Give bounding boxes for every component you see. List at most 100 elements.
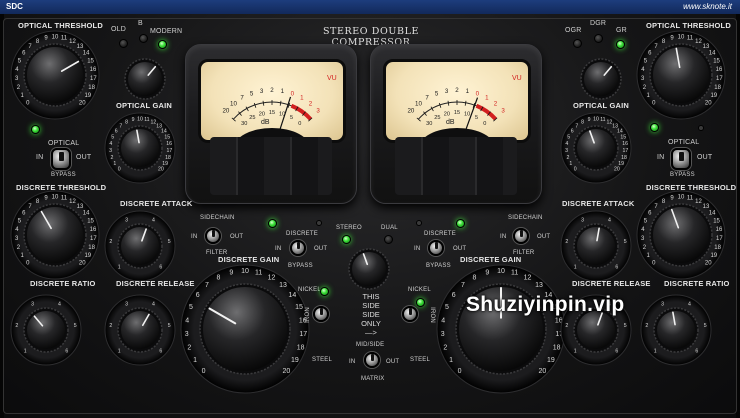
optical-gain-knob-left[interactable]: 0 1 2 3 4 5 6 7 8 9 10 11 12 13 14 15 16 17 18 19 20 — [104, 112, 176, 184]
optical-out-label-right: OUT — [697, 154, 713, 161]
knob-graphic: 01234567891011121314151617181920 — [10, 190, 100, 280]
optical-bypass-toggle-right[interactable] — [671, 148, 691, 170]
knob-scale-tick-label: 3 — [581, 218, 584, 224]
watermark-text: Shuziyinpin.vip — [466, 293, 625, 316]
knob-scale-tick-label: 6 — [695, 349, 698, 355]
knob-scale-tick-label: 4 — [441, 317, 445, 324]
vu-scale-label: 5 — [290, 115, 293, 121]
optical-bypass-toggle-left[interactable] — [51, 148, 71, 170]
optical-label-left: OPTICAL — [48, 140, 80, 147]
knob-scale-tick-label: 10 — [241, 268, 249, 275]
knob-scale-tick-label: 10 — [137, 116, 143, 122]
knob-scale-tick-label: 1 — [654, 349, 657, 355]
vu-label: VU — [512, 75, 522, 82]
vu-scale-label: 1 — [466, 88, 470, 95]
vu-tick — [464, 100, 467, 106]
knob-scale-tick-label: 14 — [83, 50, 90, 56]
knob-graphic: 1 2 3 4 5 6 — [104, 210, 176, 282]
knob-scale-tick-label: 13 — [77, 204, 84, 210]
discrete-gain-knob-right[interactable]: 0 1 2 3 4 5 6 7 8 9 10 11 12 13 14 15 16 17 18 19 20 — [436, 264, 566, 394]
mode-old-label: OLD — [111, 26, 126, 33]
discrete-bypass-toggle-left[interactable] — [290, 240, 306, 256]
knob-scale-tick-label: 12 — [524, 274, 532, 281]
discrete-attack-knob-right[interactable]: 1 2 3 4 5 6 — [560, 210, 632, 282]
knob-scale-tick-label: 7 — [461, 282, 465, 289]
discrete-attack-knob-left[interactable]: 1 2 3 4 5 6 — [104, 210, 176, 282]
mode-modern-led — [158, 40, 167, 49]
meter-mode-selector-knob[interactable] — [578, 56, 624, 102]
discrete-threshold-knob-right[interactable]: 0 1 2 3 4 5 6 7 8 9 10 11 12 13 14 15 16 17 18 19 20 — [636, 190, 726, 280]
knob-scale-tick-label: 12 — [695, 199, 702, 205]
knob-scale-tick-label: 4 — [608, 218, 611, 224]
knob-scale-tick-label: 18 — [714, 245, 721, 251]
optical-threshold-knob-left[interactable]: 0 1 2 3 4 5 6 7 8 9 10 11 12 13 14 15 16 17 18 19 20 — [10, 30, 100, 120]
iron-label-left: IRON — [304, 307, 311, 323]
knob-scale-tick-label: 0 — [118, 167, 121, 173]
knob-graphic: 01234567891011121314151617181920 — [180, 264, 310, 394]
discrete-bypass-toggle-right[interactable] — [428, 240, 444, 256]
optical-led-right — [650, 123, 659, 132]
knob-scale-tick-label: 9 — [132, 117, 135, 123]
discrete-gain-knob-left[interactable]: 0 1 2 3 4 5 6 7 8 9 10 11 12 13 14 15 16 17 18 19 20 — [180, 264, 310, 394]
sidechain-label-left: SIDECHAIN — [200, 215, 235, 221]
discrete-ratio-knob-left[interactable]: 1 2 3 4 5 6 — [10, 294, 82, 366]
vu-scale-label: 5 — [435, 90, 439, 97]
discrete-release-knob-left[interactable]: 1 2 3 4 5 6 — [104, 294, 176, 366]
knob-graphic — [348, 248, 390, 290]
knob-cap — [657, 311, 695, 349]
vu-scale-label: 7 — [240, 95, 244, 102]
knob-scale-tick-label: 2 — [566, 155, 569, 161]
knob-scale-tick-label: 9 — [485, 270, 489, 277]
optical-gain-knob-right[interactable]: 0 1 2 3 4 5 6 7 8 9 10 11 12 13 14 15 16 17 18 19 20 — [560, 112, 632, 184]
knob-scale-tick-label: 11 — [511, 270, 518, 277]
sidechain-filter-toggle-right[interactable] — [513, 228, 529, 244]
vu-scale-label: 5 — [250, 90, 254, 97]
knob-scale-tick-label: 5 — [567, 135, 570, 141]
knob-graphic: 01234567891011121314151617181920 — [104, 112, 176, 184]
vu-scale-label: 30 — [241, 121, 247, 127]
knob-scale-tick-label: 19 — [547, 357, 555, 364]
knob-scale-tick-label: 5 — [704, 323, 707, 329]
knob-scale-tick-label: 13 — [279, 282, 287, 289]
stereo-dual-selector-knob[interactable] — [346, 246, 392, 292]
knob-scale-tick-label: 17 — [299, 331, 307, 338]
knob-scale-tick-label: 1 — [118, 349, 121, 355]
discrete-label-left: DISCRETE — [286, 231, 318, 237]
knob-scale-tick-label: 20 — [705, 260, 712, 266]
dual-led — [384, 235, 393, 244]
sidechain-filter-toggle-left[interactable] — [205, 228, 221, 244]
vu-red-zone — [475, 103, 498, 121]
optical-label-right: OPTICAL — [668, 139, 700, 146]
knob-scale-tick-label: 17 — [90, 76, 97, 82]
vu-scale-label: 2 — [455, 87, 459, 94]
nickel-label-left: NICKEL — [298, 287, 321, 293]
knob-scale-tick-label: 6 — [452, 292, 456, 299]
knob-scale-tick-label: 11 — [61, 196, 68, 202]
vu-tick — [279, 100, 282, 106]
knob-scale-tick-label: 5 — [168, 323, 171, 329]
knob-scale-tick-label: 17 — [167, 148, 173, 154]
mid-side-matrix-toggle[interactable] — [364, 352, 380, 368]
knob-scale-tick-label: 2 — [565, 323, 568, 329]
knob-scale-tick-label: 1 — [574, 349, 577, 355]
mode-selector-knob-left[interactable] — [122, 56, 168, 102]
knob-scale-tick-label: 12 — [69, 199, 76, 205]
discrete-attack-label-right: DISCRETE ATTACK — [562, 199, 635, 208]
knob-scale-tick-label: 11 — [687, 36, 694, 42]
discrete-threshold-knob-left[interactable]: 0 1 2 3 4 5 6 7 8 9 10 11 12 13 14 15 16 17 18 19 20 — [10, 190, 100, 280]
discrete-ratio-knob-right[interactable]: 1 2 3 4 5 6 — [640, 294, 712, 366]
optical-bypass-label: BYPASS — [51, 172, 76, 178]
transformer-toggle-left[interactable] — [313, 306, 329, 322]
knob-scale-tick-label: 2 — [565, 239, 568, 245]
knob-scale-tick-label: 11 — [255, 270, 262, 277]
optical-threshold-knob-right[interactable]: 0 1 2 3 4 5 6 7 8 9 10 11 12 13 14 15 16 17 18 19 20 — [636, 30, 726, 120]
discrete-release-label-right: DISCRETE RELEASE — [572, 279, 651, 288]
mode-ogr-label: OGR — [565, 27, 582, 34]
transformer-toggle-right[interactable] — [402, 306, 418, 322]
discrete-out-label: OUT — [314, 246, 328, 252]
knob-scale-tick-label: 6 — [571, 128, 574, 134]
iron-label-right: IRON — [428, 307, 435, 323]
knob-scale-tick-label: 8 — [125, 120, 128, 126]
sidechain-in-label: IN — [191, 234, 198, 240]
mode-ogr-led — [573, 39, 582, 48]
